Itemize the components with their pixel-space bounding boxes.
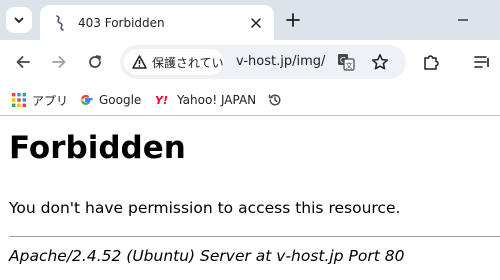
bookmark-google[interactable]: Google bbox=[79, 90, 141, 110]
minimize-button[interactable] bbox=[452, 9, 474, 31]
tab-strip: 403 Forbidden bbox=[0, 0, 500, 40]
bookmark-label: Google bbox=[99, 93, 142, 107]
divider bbox=[9, 236, 500, 237]
tab-search-button[interactable] bbox=[6, 7, 32, 33]
security-chip[interactable]: 保護されてい bbox=[124, 49, 224, 75]
reload-icon bbox=[89, 55, 101, 68]
tab-title: 403 Forbidden bbox=[78, 15, 165, 30]
page-title: Forbidden bbox=[9, 130, 186, 166]
svg-text:文: 文 bbox=[346, 61, 353, 70]
new-tab-button[interactable] bbox=[282, 9, 304, 31]
minimize-icon bbox=[458, 19, 468, 21]
bookmark-apps[interactable]: アプリ bbox=[12, 90, 68, 110]
history-button[interactable] bbox=[268, 90, 282, 110]
address-bar[interactable]: 保護されてい v-host.jp/img/ G文 bbox=[120, 45, 406, 79]
bookmark-label: Yahoo! JAPAN bbox=[177, 93, 257, 107]
svg-text:Y!: Y! bbox=[155, 94, 168, 107]
google-g-icon bbox=[80, 94, 93, 105]
puzzle-icon bbox=[424, 55, 439, 70]
extensions-button[interactable] bbox=[418, 49, 444, 75]
star-icon[interactable] bbox=[370, 52, 390, 72]
toolbar: 保護されてい v-host.jp/img/ G文 bbox=[0, 40, 500, 84]
bookmarks-bar: アプリ Google Y! Yahoo! JAPAN bbox=[0, 84, 500, 116]
error-message: You don't have permission to access this… bbox=[9, 199, 401, 217]
arrow-left-icon bbox=[16, 56, 30, 68]
history-icon bbox=[268, 94, 281, 106]
yahoo-y-icon: Y! bbox=[155, 94, 168, 107]
active-tab[interactable]: 403 Forbidden bbox=[40, 5, 274, 40]
plus-icon bbox=[286, 13, 300, 27]
reload-button[interactable] bbox=[82, 49, 108, 75]
chevron-down-icon bbox=[14, 17, 24, 23]
reading-list-icon bbox=[474, 56, 489, 68]
sync-swirl-icon bbox=[52, 14, 68, 31]
arrow-right-icon bbox=[52, 56, 66, 68]
reading-list-button[interactable] bbox=[470, 49, 496, 75]
security-label: 保護されてい bbox=[152, 55, 224, 70]
url-text[interactable]: v-host.jp/img/ bbox=[236, 54, 325, 69]
close-icon[interactable] bbox=[246, 13, 266, 33]
page-content: Forbidden You don't have permission to a… bbox=[0, 117, 500, 280]
bookmark-label: アプリ bbox=[32, 93, 69, 108]
translate-icon[interactable]: G文 bbox=[336, 52, 356, 72]
warning-triangle-icon bbox=[132, 55, 147, 69]
bookmark-yahoo[interactable]: Y! Yahoo! JAPAN bbox=[155, 90, 256, 110]
apps-grid-icon bbox=[12, 93, 26, 107]
server-signature: Apache/2.4.52 (Ubuntu) Server at v-host.… bbox=[9, 247, 405, 265]
back-button[interactable] bbox=[10, 49, 36, 75]
forward-button[interactable] bbox=[46, 49, 72, 75]
